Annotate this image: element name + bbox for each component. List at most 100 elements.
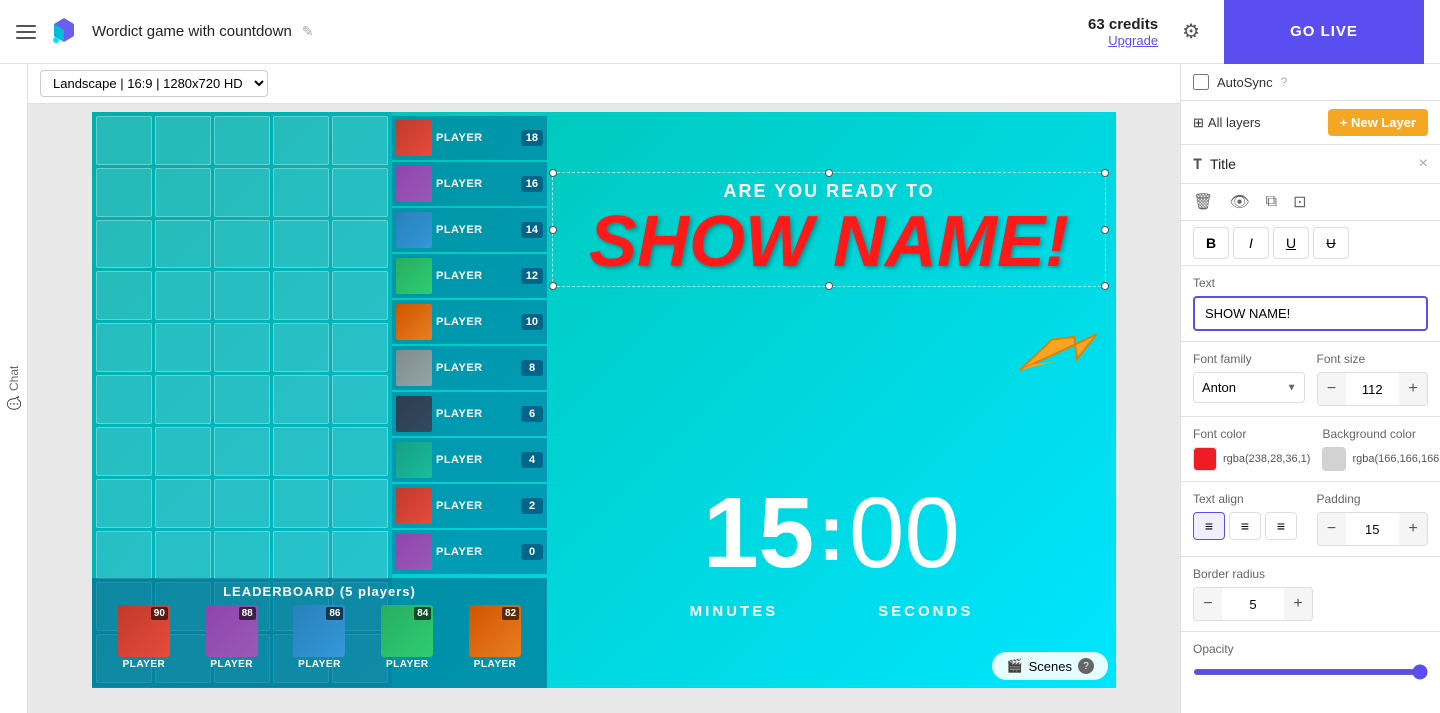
border-radius-label: Border radius bbox=[1193, 567, 1428, 581]
grid-cell bbox=[155, 271, 211, 320]
grid-cell bbox=[96, 116, 152, 165]
player-avatar bbox=[396, 534, 432, 570]
text-input[interactable] bbox=[1193, 296, 1428, 331]
handle-bm[interactable] bbox=[825, 282, 833, 290]
player-name: PLAYER bbox=[436, 500, 517, 512]
player-avatar bbox=[396, 120, 432, 156]
hide-layer-icon[interactable]: 👁 bbox=[1229, 192, 1249, 212]
delete-layer-icon[interactable]: 🗑 bbox=[1193, 192, 1213, 212]
leaderboard-player: 86 PLAYER bbox=[293, 605, 345, 670]
handle-ml[interactable] bbox=[549, 226, 557, 234]
grid-cell bbox=[96, 427, 152, 476]
padding-decrease[interactable]: − bbox=[1318, 513, 1346, 545]
underline-button[interactable]: U bbox=[1273, 227, 1309, 259]
color-section: Font color rgba(238,28,36,1) Background … bbox=[1181, 417, 1440, 482]
lb-avatar: 90 bbox=[118, 605, 170, 657]
player-row: PLAYER 2 bbox=[392, 484, 547, 528]
arrow-decoration bbox=[1003, 301, 1110, 415]
grid-cell bbox=[273, 116, 329, 165]
grid-cell bbox=[214, 168, 270, 217]
bold-button[interactable]: B bbox=[1193, 227, 1229, 259]
italic-button[interactable]: I bbox=[1233, 227, 1269, 259]
menu-icon[interactable] bbox=[16, 25, 36, 39]
text-field-label: Text bbox=[1193, 276, 1428, 290]
grid-cell bbox=[96, 375, 152, 424]
canvas-area: Landscape | 16:9 | 1280x720 HD PLAYER 18… bbox=[28, 64, 1180, 713]
handle-bl[interactable] bbox=[549, 282, 557, 290]
all-layers-button[interactable]: ⊞ All layers bbox=[1193, 115, 1320, 131]
handle-tl[interactable] bbox=[549, 169, 557, 177]
border-radius-decrease[interactable]: − bbox=[1194, 588, 1222, 620]
align-center-button[interactable]: ≡ bbox=[1229, 512, 1261, 540]
grid-cell bbox=[273, 168, 329, 217]
settings-icon[interactable]: ⚙ bbox=[1182, 19, 1200, 44]
left-sidebar: 💬 Chat bbox=[0, 64, 28, 713]
scenes-button[interactable]: 🎬 Scenes ? bbox=[992, 652, 1108, 680]
leaderboard-player: 82 PLAYER bbox=[469, 605, 521, 670]
player-row: PLAYER 4 bbox=[392, 438, 547, 482]
padding-increase[interactable]: + bbox=[1399, 513, 1427, 545]
grid-cell bbox=[273, 271, 329, 320]
chat-button[interactable]: 💬 Chat bbox=[7, 366, 21, 410]
upgrade-link[interactable]: Upgrade bbox=[1108, 33, 1158, 48]
chat-label: Chat bbox=[7, 366, 21, 391]
grid-cell bbox=[332, 220, 388, 269]
player-name: PLAYER bbox=[436, 270, 517, 282]
font-color-swatch[interactable] bbox=[1193, 447, 1217, 471]
align-right-button[interactable]: ≡ bbox=[1265, 512, 1297, 540]
handle-tm[interactable] bbox=[825, 169, 833, 177]
minutes-label: MINUTES bbox=[690, 603, 779, 620]
player-score: 14 bbox=[521, 222, 543, 238]
font-family-select[interactable]: Anton bbox=[1193, 372, 1305, 403]
grid-cell bbox=[273, 531, 329, 580]
lb-score: 84 bbox=[414, 607, 431, 620]
resolution-select[interactable]: Landscape | 16:9 | 1280x720 HD bbox=[40, 70, 268, 97]
edit-title-icon[interactable]: ✎ bbox=[302, 23, 314, 40]
player-avatar bbox=[396, 488, 432, 524]
grid-cell bbox=[96, 271, 152, 320]
player-name: PLAYER bbox=[436, 546, 517, 558]
handle-mr[interactable] bbox=[1101, 226, 1109, 234]
autosync-checkbox[interactable] bbox=[1193, 74, 1209, 90]
grid-cell bbox=[332, 531, 388, 580]
font-size-increase[interactable]: + bbox=[1399, 373, 1427, 405]
autosync-help-icon[interactable]: ? bbox=[1281, 75, 1288, 89]
align-left-button[interactable]: ≡ bbox=[1193, 512, 1225, 540]
grid-cell bbox=[214, 427, 270, 476]
are-you-ready-text: ARE YOU READY TO bbox=[561, 181, 1097, 202]
new-layer-button[interactable]: + New Layer bbox=[1328, 109, 1428, 136]
grid-cell bbox=[96, 168, 152, 217]
handle-tr[interactable] bbox=[1101, 169, 1109, 177]
bg-color-swatch[interactable] bbox=[1322, 447, 1346, 471]
grid-cell bbox=[332, 168, 388, 217]
strikethrough-button[interactable]: U bbox=[1313, 227, 1349, 259]
title-element[interactable]: ARE YOU READY TO SHOW NAME! bbox=[552, 172, 1106, 287]
grid-cell bbox=[273, 375, 329, 424]
opacity-slider[interactable] bbox=[1193, 669, 1428, 675]
player-score: 18 bbox=[521, 130, 543, 146]
lb-name: PLAYER bbox=[386, 659, 429, 670]
players-list: PLAYER 18 PLAYER 16 PLAYER 14 PLAYER 12 bbox=[392, 112, 547, 578]
duplicate-layer-icon[interactable]: ⧉ bbox=[1266, 193, 1277, 211]
canvas-wrapper: PLAYER 18 PLAYER 16 PLAYER 14 PLAYER 12 bbox=[28, 104, 1180, 713]
border-radius-increase[interactable]: + bbox=[1284, 588, 1312, 620]
border-radius-section: Border radius − 5 + bbox=[1181, 557, 1440, 632]
more-options-icon[interactable]: ⊡ bbox=[1293, 192, 1306, 212]
padding-label: Padding bbox=[1317, 492, 1429, 506]
lb-name: PLAYER bbox=[298, 659, 341, 670]
font-size-decrease[interactable]: − bbox=[1318, 373, 1346, 405]
player-avatar bbox=[396, 166, 432, 202]
go-live-button[interactable]: GO LIVE bbox=[1224, 0, 1424, 64]
player-score: 10 bbox=[521, 314, 543, 330]
grid-cell bbox=[332, 116, 388, 165]
grid-cell bbox=[155, 531, 211, 580]
grid-cell bbox=[332, 479, 388, 528]
close-layer-button[interactable]: × bbox=[1419, 155, 1428, 173]
grid-cell bbox=[273, 220, 329, 269]
player-score: 0 bbox=[521, 544, 543, 560]
border-radius-input: − 5 + bbox=[1193, 587, 1313, 621]
handle-br[interactable] bbox=[1101, 282, 1109, 290]
grid-cell bbox=[214, 479, 270, 528]
player-name: PLAYER bbox=[436, 362, 517, 374]
timer-labels: MINUTES SECONDS bbox=[547, 603, 1116, 620]
